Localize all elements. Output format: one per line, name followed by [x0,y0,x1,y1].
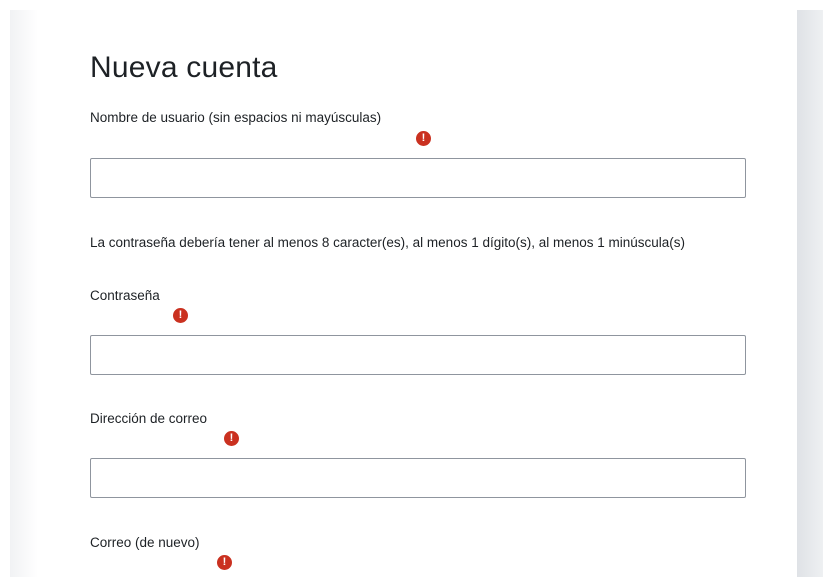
required-exclamation-icon: ! [416,131,431,146]
password-input[interactable] [90,335,746,375]
email-label: Dirección de correo [90,411,208,426]
password-policy-text: La contraseña debería tener al menos 8 c… [90,235,686,250]
email-confirm-label: Correo (de nuevo) [90,535,200,550]
left-page-shadow [10,10,38,577]
required-exclamation-icon: ! [173,308,188,323]
password-label: Contraseña [90,288,160,303]
right-scroll-gutter [797,10,823,577]
username-label: Nombre de usuario (sin espacios ni mayús… [90,110,382,125]
required-exclamation-icon: ! [224,431,239,446]
required-exclamation-icon: ! [217,555,232,570]
username-input[interactable] [90,158,746,198]
signup-page: Nueva cuenta Nombre de usuario (sin espa… [0,0,823,577]
email-input[interactable] [90,458,746,498]
page-title: Nueva cuenta [90,51,278,84]
